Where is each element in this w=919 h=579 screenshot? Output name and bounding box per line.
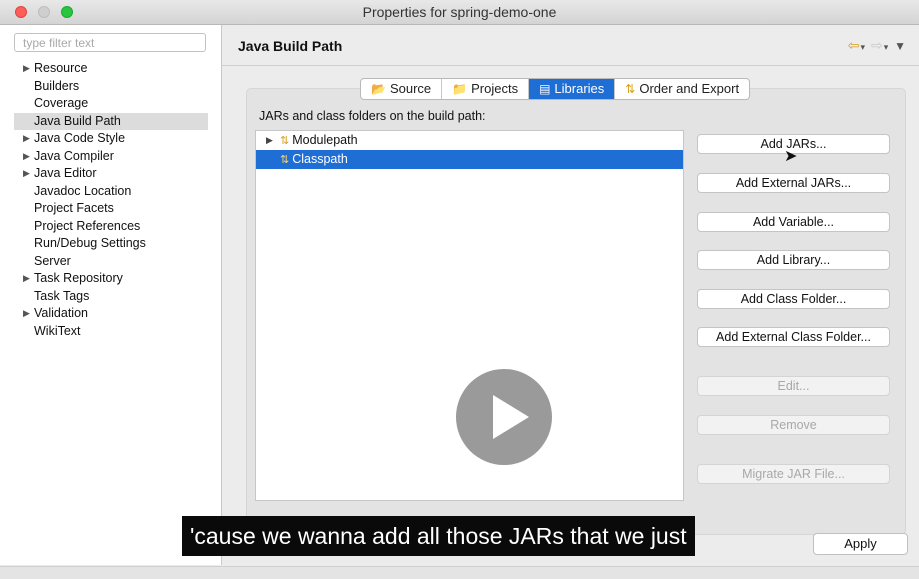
tab-label: Libraries — [554, 81, 605, 96]
view-menu-icon[interactable]: ▼ — [894, 39, 907, 53]
sidebar-item-resource[interactable]: ▶ Resource — [14, 60, 208, 78]
back-dropdown-icon[interactable]: ▾ — [861, 42, 867, 52]
add-external-class-folder-button[interactable]: Add External Class Folder... — [697, 327, 890, 347]
back-arrow-icon[interactable]: ⇦ — [848, 37, 861, 53]
sidebar-item-label: Java Code Style — [34, 131, 126, 145]
bottom-bar — [0, 566, 919, 579]
expand-triangle-icon[interactable]: ▶ — [23, 60, 30, 78]
sidebar-item-label: WikiText — [34, 323, 81, 338]
history-nav: ⇦▾ ⇨▾ ▼ — [848, 37, 907, 54]
source-folder-icon: 📂 — [371, 82, 386, 96]
property-page-tree: ▶ Resource Builders Coverage Java Build P… — [14, 60, 208, 340]
sidebar-item-label: Server — [34, 253, 71, 268]
sidebar-item-project-facets[interactable]: Project Facets — [14, 200, 208, 218]
projects-folder-icon: 📁 — [452, 82, 468, 96]
sidebar-item-java-editor[interactable]: ▶ Java Editor — [14, 165, 208, 183]
forward-dropdown-icon[interactable]: ▾ — [884, 42, 890, 52]
expand-triangle-icon[interactable]: ▶ — [23, 130, 30, 148]
tab-projects[interactable]: 📁 Projects — [442, 79, 530, 99]
sidebar-item-java-compiler[interactable]: ▶ Java Compiler — [14, 148, 208, 166]
sidebar-item-label: Project References — [34, 218, 141, 233]
tab-libraries[interactable]: ▤ Libraries — [529, 79, 616, 99]
tree-item-label: Classpath — [292, 152, 348, 166]
expand-triangle-icon[interactable]: ▶ — [266, 131, 273, 150]
tree-item-modulepath[interactable]: ▶ ⇅ Modulepath — [256, 131, 683, 150]
header-divider — [222, 65, 919, 66]
sidebar-item-javadoc-location[interactable]: Javadoc Location — [14, 183, 208, 201]
video-caption: 'cause we wanna add all those JARs that … — [182, 516, 695, 556]
migrate-jar-file-button[interactable]: Migrate JAR File... — [697, 464, 890, 484]
libraries-icon: ▤ — [539, 82, 551, 96]
sidebar-item-label: Validation — [34, 306, 88, 320]
tree-item-label: Modulepath — [292, 133, 358, 147]
sidebar-item-wikitext[interactable]: WikiText — [14, 323, 208, 341]
add-variable-button[interactable]: Add Variable... — [697, 212, 890, 232]
classpath-icon: ⇅ — [280, 154, 290, 166]
sidebar-item-label: Java Compiler — [34, 148, 114, 163]
sidebar-item-project-references[interactable]: Project References — [14, 218, 208, 236]
sidebar-item-run-debug-settings[interactable]: Run/Debug Settings — [14, 235, 208, 253]
sidebar-item-label: Task Tags — [34, 288, 90, 303]
build-path-label: JARs and class folders on the build path… — [259, 109, 486, 123]
build-path-tabs: 📂 Source 📁 Projects ▤ Libraries ⇅ Order and … — [360, 78, 751, 100]
sidebar-item-label: Javadoc Location — [34, 183, 132, 198]
tab-label: Source — [389, 81, 432, 96]
sidebar-item-builders[interactable]: Builders — [14, 78, 208, 96]
tab-label: Order and Export — [639, 81, 740, 96]
add-class-folder-button[interactable]: Add Class Folder... — [697, 289, 890, 309]
build-path-tree[interactable]: ▶ ⇅ Modulepath ⇅ Classpath — [255, 130, 684, 501]
order-export-icon: ⇅ — [625, 82, 636, 96]
add-external-jars-button[interactable]: Add External JARs... — [697, 173, 890, 193]
sidebar-item-label: Coverage — [34, 96, 89, 110]
sidebar-item-java-build-path[interactable]: Java Build Path — [14, 112, 208, 130]
tab-source[interactable]: 📂 Source — [361, 79, 443, 99]
sidebar-item-task-repository[interactable]: ▶ Task Repository — [14, 270, 208, 288]
add-library-button[interactable]: Add Library... — [697, 250, 890, 270]
forward-arrow-icon[interactable]: ⇨ — [871, 37, 884, 53]
apply-button[interactable]: Apply — [813, 533, 908, 555]
sidebar-item-task-tags[interactable]: Task Tags — [14, 288, 208, 306]
expand-triangle-icon[interactable]: ▶ — [23, 305, 30, 323]
page-title: Java Build Path — [238, 38, 343, 54]
sidebar-item-label: Java Build Path — [34, 113, 121, 128]
filter-input[interactable] — [14, 33, 206, 52]
sidebar-item-label: Resource — [34, 61, 88, 75]
sidebar: ▶ Resource Builders Coverage Java Build P… — [0, 25, 222, 565]
mouse-cursor-icon: ➤ — [784, 148, 798, 165]
sidebar-item-label: Task Repository — [34, 271, 123, 285]
tab-order-and-export[interactable]: ⇅ Order and Export — [615, 79, 749, 99]
main-content: Java Build Path ⇦▾ ⇨▾ ▼ 📂 Source 📁 Project… — [222, 25, 919, 565]
edit-button[interactable]: Edit... — [697, 376, 890, 396]
modulepath-icon: ⇅ — [280, 135, 290, 147]
sidebar-item-validation[interactable]: ▶ Validation — [14, 305, 208, 323]
window-titlebar: Properties for spring-demo-one — [0, 0, 919, 25]
expand-triangle-icon[interactable]: ▶ — [23, 165, 30, 183]
sidebar-item-coverage[interactable]: Coverage — [14, 95, 208, 113]
expand-triangle-icon[interactable]: ▶ — [23, 270, 30, 288]
sidebar-item-label: Run/Debug Settings — [34, 236, 146, 250]
sidebar-item-server[interactable]: Server — [14, 253, 208, 271]
expand-triangle-icon[interactable]: ▶ — [23, 148, 30, 166]
window-title: Properties for spring-demo-one — [362, 4, 557, 20]
video-play-button[interactable] — [456, 369, 552, 465]
sidebar-item-java-code-style[interactable]: ▶ Java Code Style — [14, 130, 208, 148]
sidebar-item-label: Builders — [34, 78, 80, 93]
sidebar-item-label: Project Facets — [34, 201, 114, 215]
tab-label: Projects — [471, 81, 519, 96]
sidebar-item-label: Java Editor — [34, 166, 97, 180]
tree-item-classpath[interactable]: ⇅ Classpath — [256, 150, 683, 169]
remove-button[interactable]: Remove — [697, 415, 890, 435]
